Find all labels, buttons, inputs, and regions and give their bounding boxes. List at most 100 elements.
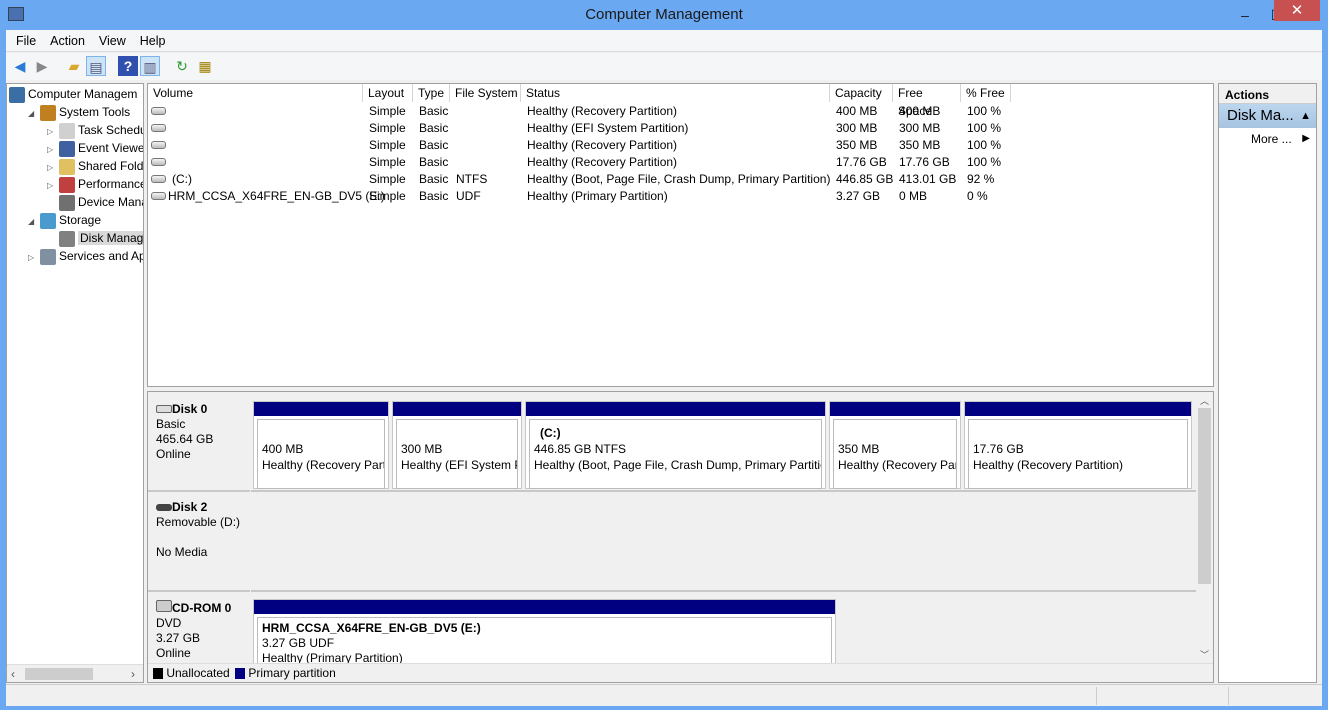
table-row[interactable]: Simple Basic Healthy (EFI System Partition… <box>148 120 1208 137</box>
partition-title <box>973 425 1183 441</box>
scroll-left-icon[interactable]: ‹ <box>11 667 15 681</box>
cell: 92 % <box>967 172 995 186</box>
actions-pane: Actions Disk Ma... ▲ More ... ▶ <box>1218 83 1317 683</box>
tree-label: Event Viewer <box>78 141 144 155</box>
disk-size: 3.27 GB <box>156 631 201 645</box>
tree-label: System Tools <box>59 105 131 119</box>
column-header[interactable]: Type <box>413 84 450 102</box>
show-hide-tree-icon[interactable]: ▤ <box>86 56 106 76</box>
show-action-pane-icon[interactable]: ▥ <box>140 56 160 76</box>
menu-file[interactable]: File <box>9 30 43 52</box>
disk-map: Disk 0 Basic 465.64 GB Online 400 MB Heal… <box>147 391 1214 683</box>
tree-item[interactable]: ▷Shared Folder <box>7 157 143 175</box>
cell: UDF <box>456 189 481 203</box>
partition[interactable]: (C:) 446.85 GB NTFS Healthy (Boot, Page Fi… <box>525 401 826 489</box>
disk-status: Online <box>156 646 191 660</box>
more-label: More ... <box>1251 132 1292 146</box>
window-title: Computer Management <box>585 6 743 23</box>
column-header[interactable]: % Free <box>961 84 1011 102</box>
disk-map-vertical-scrollbar[interactable]: ︿ ﹀ <box>1196 394 1213 664</box>
status-divider <box>1228 687 1229 705</box>
tree-item[interactable]: Computer Managem <box>7 85 143 103</box>
app-icon <box>8 7 24 21</box>
forward-arrow-icon[interactable]: ▶ <box>32 56 52 76</box>
cell: 100 % <box>967 121 1002 135</box>
scroll-right-icon[interactable]: › <box>131 667 135 681</box>
tree-node-icon <box>59 158 75 175</box>
cell: Basic <box>419 121 449 135</box>
menu-help[interactable]: Help <box>133 30 173 52</box>
tree-node-icon <box>9 86 25 103</box>
back-arrow-icon[interactable]: ◀ <box>10 56 30 76</box>
close-button[interactable]: ✕ <box>1274 0 1320 21</box>
scroll-thumb[interactable] <box>1198 408 1211 584</box>
cell: Basic <box>419 138 449 152</box>
column-header[interactable]: Status <box>521 84 830 102</box>
column-header[interactable]: Volume <box>148 84 363 102</box>
tree-item[interactable]: ◢ Storage <box>7 211 143 229</box>
column-header[interactable]: Capacity <box>830 84 893 102</box>
tree-horizontal-scrollbar[interactable]: ‹ › <box>7 664 143 682</box>
cell: Healthy (Boot, Page File, Crash Dump, Pr… <box>527 172 831 186</box>
column-header[interactable]: File System <box>450 84 521 102</box>
partition[interactable]: 300 MB Healthy (EFI System Pa <box>392 401 522 489</box>
table-row[interactable]: Simple Basic Healthy (Recovery Partition) 1… <box>148 154 1208 171</box>
minimize-button[interactable]: ‒ <box>1230 0 1260 30</box>
actions-section-disk-management[interactable]: Disk Ma... ▲ <box>1219 104 1316 128</box>
volume-list: Volume Layout Type File System Status Capacit… <box>147 83 1214 387</box>
column-header[interactable]: Free Space <box>893 84 961 118</box>
menu-action[interactable]: Action <box>43 30 92 52</box>
partition[interactable]: 17.76 GB Healthy (Recovery Partition) <box>964 401 1192 489</box>
cell: Healthy (Primary Partition) <box>527 189 668 203</box>
table-row[interactable]: (C:) Simple Basic NTFS Healthy (Boot, Page F… <box>148 171 1208 188</box>
cell: 17.76 GB <box>836 155 887 169</box>
primary-swatch <box>235 668 246 680</box>
tree-item[interactable]: Disk Manager <box>7 229 143 247</box>
tree-node-icon <box>40 212 56 229</box>
tree-item[interactable]: ▷Task Schedule <box>7 121 143 139</box>
table-row[interactable]: Simple Basic Healthy (Recovery Partition) 4… <box>148 103 1208 120</box>
hard-disk-icon <box>156 405 172 413</box>
action-more[interactable]: More ... ▶ <box>1219 128 1316 150</box>
properties-icon[interactable]: ▦ <box>195 56 215 76</box>
cell: 100 % <box>967 155 1002 169</box>
removable-disk-icon <box>156 504 172 511</box>
tree-item[interactable]: ▷ Event Viewer <box>7 139 143 157</box>
partition-size: 350 MB <box>838 442 880 456</box>
table-row[interactable]: HRM_CCSA_X64FRE_EN-GB_DV5 (E:) Simple Basi… <box>148 188 1208 205</box>
scroll-thumb[interactable] <box>25 668 93 680</box>
partition-title <box>401 425 513 441</box>
partition[interactable]: 350 MB Healthy (Recovery Part <box>829 401 961 489</box>
scroll-down-icon[interactable]: ﹀ <box>1200 648 1209 661</box>
disk-name: Disk 2 <box>172 500 208 514</box>
table-row[interactable]: Simple Basic Healthy (Recovery Partition) 3… <box>148 137 1208 154</box>
disk-status: Online <box>156 447 191 461</box>
column-header[interactable]: Layout <box>363 84 413 102</box>
expander-icon[interactable]: ▷ <box>28 249 40 267</box>
cdrom-0-label[interactable]: CD-ROM 0 DVD 3.27 GB Online <box>148 594 250 674</box>
help-icon[interactable]: ? <box>118 56 138 76</box>
cell: Healthy (Recovery Partition) <box>527 155 678 169</box>
tree-item[interactable]: ▷ Performance <box>7 175 143 193</box>
legend: Unallocated Primary partition <box>148 663 1213 682</box>
scroll-up-icon[interactable]: ︿ <box>1200 394 1209 407</box>
menu-view[interactable]: View <box>92 30 133 52</box>
cell: 0 % <box>967 189 988 203</box>
cell: 100 % <box>967 104 1002 118</box>
tree-item[interactable]: ◢ System Tools <box>7 103 143 121</box>
refresh-icon[interactable]: ↻ <box>172 56 192 76</box>
tree-item[interactable]: ▷ Services and App <box>7 247 143 265</box>
tree-label: Performance <box>78 177 144 191</box>
tree-item[interactable]: Device Manag <box>7 193 143 211</box>
disk-0-label[interactable]: Disk 0 Basic 465.64 GB Online <box>148 396 250 492</box>
tree-node-icon <box>40 248 56 265</box>
partition-size: 446.85 GB NTFS <box>534 442 627 456</box>
partition-size: 300 MB <box>401 442 443 456</box>
partition[interactable]: 400 MB Healthy (Recovery Parti <box>253 401 389 489</box>
up-folder-icon[interactable]: ▰ <box>64 56 84 76</box>
collapse-up-icon[interactable]: ▲ <box>1300 104 1311 128</box>
volume-icon <box>151 158 166 166</box>
cell: Simple <box>369 138 406 152</box>
disk-2-label[interactable]: Disk 2 Removable (D:) No Media <box>148 494 250 592</box>
actions-title: Actions <box>1219 84 1316 104</box>
